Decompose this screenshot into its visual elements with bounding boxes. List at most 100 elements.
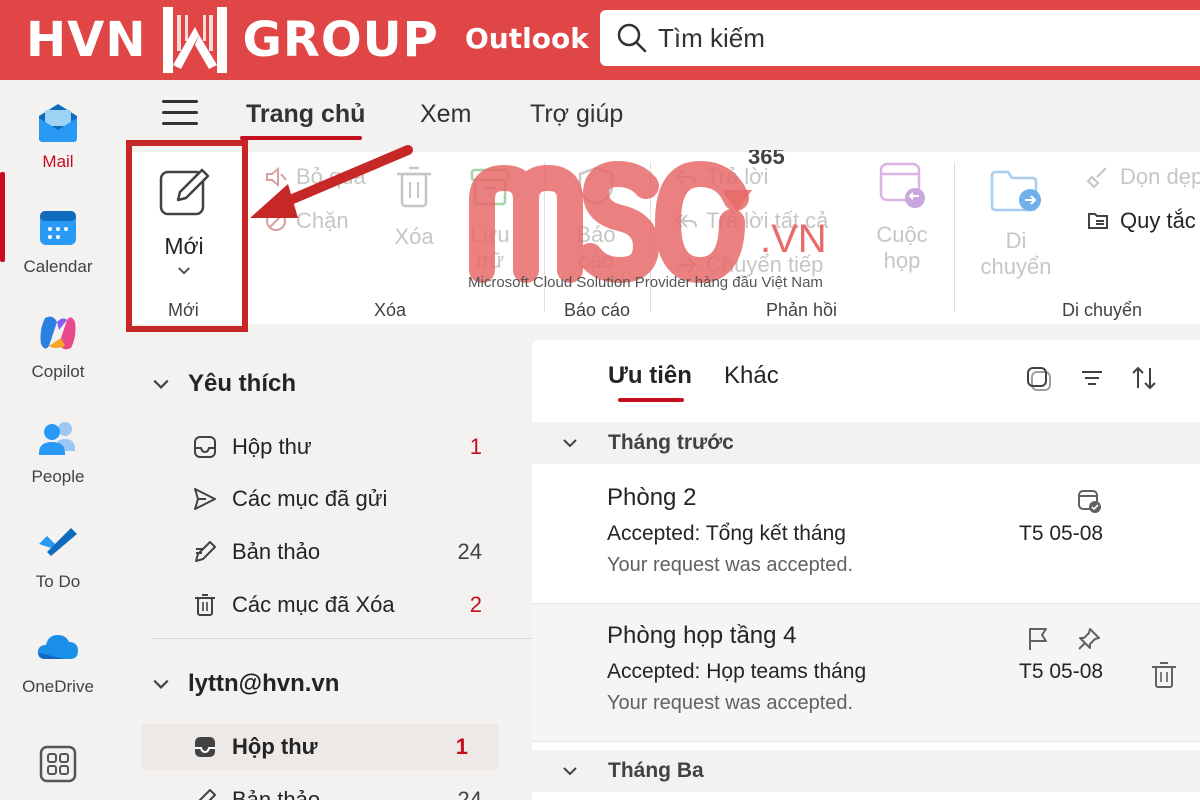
folder-count: 1 <box>455 734 468 759</box>
rail-item-onedrive[interactable]: OneDrive <box>0 625 116 697</box>
annotation-arrow-icon <box>250 145 413 218</box>
people-icon <box>39 422 75 455</box>
section-title: Tháng Ba <box>608 759 704 782</box>
folder-name: Bản thảo <box>232 787 321 800</box>
hamburger-menu-icon[interactable] <box>162 100 198 130</box>
tab-other[interactable]: Khác <box>724 362 779 390</box>
folder-name: Hộp thư <box>232 434 312 459</box>
group-label-move: Di chuyển <box>1062 300 1143 320</box>
rail-label-onedrive: OneDrive <box>22 677 94 696</box>
sent-icon <box>194 488 216 510</box>
calendar-reply-icon <box>879 162 925 208</box>
hvn-logo-icon <box>162 7 227 73</box>
folder-item-inbox[interactable]: Hộp thư 1 <box>192 427 512 467</box>
rail-item-people[interactable]: People <box>0 415 116 487</box>
move-label: Di <box>1005 228 1027 253</box>
filter-icon[interactable] <box>1078 364 1106 392</box>
message-subject: Accepted: Tổng kết tháng <box>607 522 846 545</box>
account-title: lyttn@hvn.vn <box>188 670 340 697</box>
chevron-down-icon <box>563 767 577 776</box>
rail-label-calendar: Calendar <box>23 257 93 276</box>
meeting-button[interactable]: Cuộc họp <box>870 160 934 274</box>
folder-name: Bản thảo <box>232 539 321 564</box>
inbox-icon <box>194 436 216 458</box>
tab-help[interactable]: Trợ giúp <box>530 100 623 129</box>
sweep-button[interactable]: Dọn dẹp <box>1086 164 1200 190</box>
rail-label-mail: Mail <box>42 152 74 171</box>
tab-view[interactable]: Xem <box>420 100 471 129</box>
tab-focused[interactable]: Ưu tiên <box>608 362 692 390</box>
meeting-accepted-icon <box>1078 490 1101 513</box>
mail-icon <box>39 104 77 142</box>
group-label-respond: Phản hồi <box>766 300 838 320</box>
message-date: T5 05-08 <box>1019 522 1104 545</box>
brand-text-left: HVN <box>26 12 147 68</box>
flag-icon[interactable] <box>1026 626 1050 652</box>
group-label-report: Báo cáo <box>564 300 631 320</box>
message-date: T5 05-08 <box>1019 660 1104 683</box>
search-input[interactable] <box>658 22 1178 54</box>
ribbon-separator <box>954 162 955 312</box>
select-icon[interactable] <box>1024 364 1052 392</box>
move-button[interactable]: Di chuyển <box>976 166 1056 280</box>
favorites-header[interactable]: Yêu thích <box>152 370 296 398</box>
chevron-down-icon <box>563 439 577 448</box>
rules-button[interactable]: Quy tắc <box>1086 208 1196 234</box>
rail-item-mail[interactable]: Mail <box>0 100 116 172</box>
rail-label-people: People <box>31 467 85 486</box>
rail-item-todo[interactable]: To Do <box>0 520 116 592</box>
rail-item-calendar[interactable]: Calendar <box>0 205 116 277</box>
favorites-title: Yêu thích <box>188 370 297 397</box>
reply-button[interactable]: Trả lời <box>674 164 769 190</box>
section-title: Tháng trước <box>608 431 734 454</box>
archive-icon <box>470 168 510 206</box>
inbox-icon <box>195 737 215 757</box>
trash-icon <box>195 594 215 616</box>
top-bar: HVN GROUP Outlook <box>0 0 1200 80</box>
folder-item-sent[interactable]: Các mục đã gửi <box>192 479 512 519</box>
trash-icon[interactable] <box>1150 660 1178 690</box>
archive-label: Lưu <box>470 222 510 247</box>
message-subject: Accepted: Họp teams tháng <box>607 660 867 683</box>
reply-all-label: Trả lời tất cả <box>706 208 829 233</box>
folder-name: Các mục đã gửi <box>232 486 388 511</box>
archive-label-line2: trữ <box>475 248 505 273</box>
folder-divider <box>152 638 532 639</box>
copilot-icon <box>40 316 76 350</box>
sort-icon[interactable] <box>1130 364 1158 392</box>
account-header[interactable]: lyttn@hvn.vn <box>152 670 339 698</box>
section-header[interactable]: Tháng Ba <box>532 750 1200 792</box>
message-item[interactable]: Phòng họp tầng 4 Accepted: Họp teams thá… <box>532 604 1200 742</box>
app-name[interactable]: Outlook <box>465 22 589 55</box>
message-list: Ưu tiên Khác Tháng trước Phòng 2 Accepte… <box>532 340 1200 800</box>
rules-icon <box>1088 213 1108 229</box>
reply-all-button[interactable]: Trả lời tất cả <box>674 208 828 234</box>
folder-item-account-inbox[interactable]: Hộp thư 1 <box>142 724 498 770</box>
rules-label: Quy tắc <box>1120 208 1196 233</box>
search-box[interactable] <box>600 10 1200 66</box>
folder-item-drafts[interactable]: Bản thảo 24 <box>192 532 512 572</box>
folder-item-account-drafts[interactable]: Bản thảo 24 <box>192 780 512 800</box>
folder-item-deleted[interactable]: Các mục đã Xóa 2 <box>192 585 512 625</box>
report-button[interactable]: Báo cáo <box>566 164 626 274</box>
tab-home[interactable]: Trang chủ <box>246 100 365 129</box>
folder-name: Hộp thư <box>232 734 318 759</box>
rail-item-copilot[interactable]: Copilot <box>0 310 116 382</box>
drafts-icon <box>198 789 216 800</box>
search-icon <box>617 23 647 53</box>
report-label-line2: cáo <box>578 248 614 273</box>
folder-count: 24 <box>457 787 482 800</box>
message-preview: Your request was accepted. <box>607 554 854 576</box>
section-header[interactable]: Tháng trước <box>532 422 1200 464</box>
brand-logo: HVN GROUP <box>26 7 439 73</box>
chevron-down-icon <box>153 679 169 689</box>
move-label-line2: chuyển <box>980 254 1052 279</box>
highlight-box <box>126 140 248 332</box>
meeting-label: Cuộc <box>876 222 928 247</box>
drafts-icon <box>195 541 216 562</box>
message-item[interactable]: Phòng 2 Accepted: Tổng kết tháng Your re… <box>532 466 1200 604</box>
more-apps-icon[interactable] <box>38 744 78 784</box>
archive-button[interactable]: Lưu trữ <box>460 164 520 274</box>
pin-icon[interactable] <box>1076 626 1102 652</box>
sweep-label: Dọn dẹp <box>1120 164 1200 189</box>
